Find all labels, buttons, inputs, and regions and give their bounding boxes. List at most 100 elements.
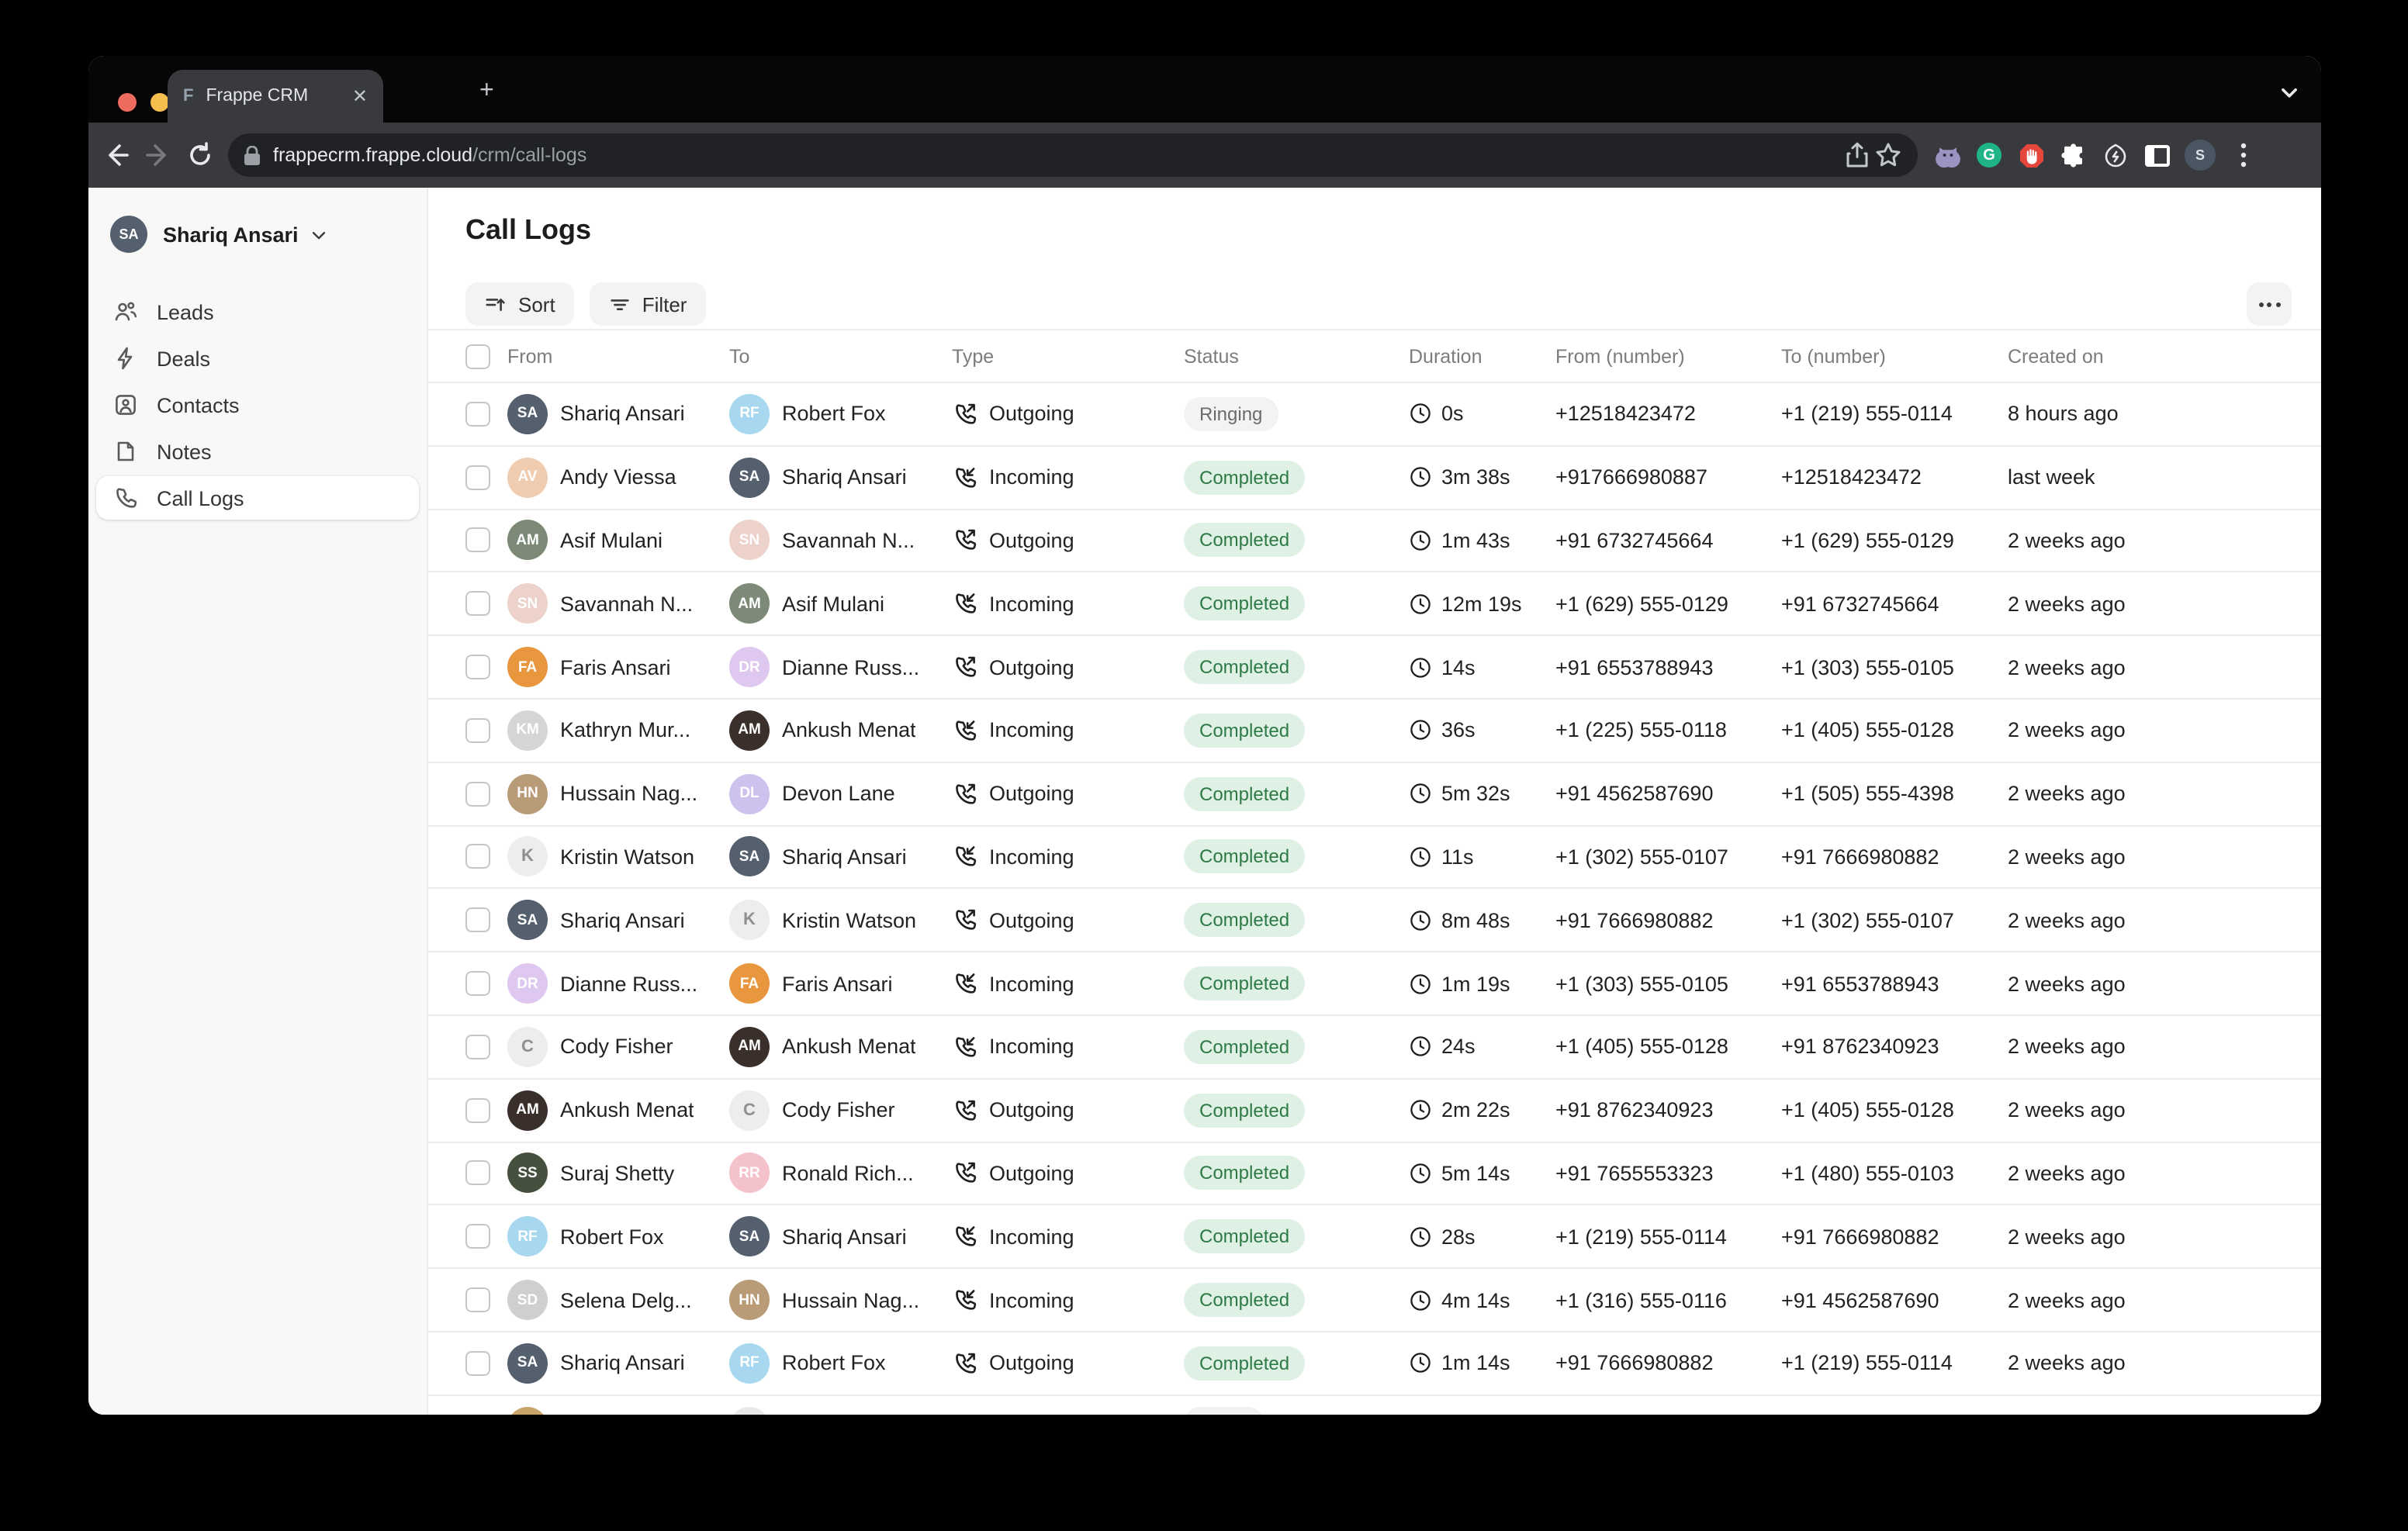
bookmark-star-icon[interactable] (1874, 141, 1902, 169)
tab-close-icon[interactable]: ✕ (352, 85, 368, 107)
close-window-button[interactable] (118, 93, 137, 112)
col-from-number[interactable]: From (number) (1555, 345, 1781, 367)
table-row[interactable]: C Cody Fisher AM Ankush Menat Incoming C… (428, 1016, 2321, 1080)
row-checkbox[interactable] (465, 402, 490, 427)
from-person[interactable]: AM Ankush Menat (507, 1090, 729, 1130)
from-person[interactable]: K Kristin Watson (507, 837, 729, 877)
from-person[interactable]: SA Shariq Ansari (507, 394, 729, 434)
browser-tab[interactable]: F Frappe CRM ✕ (168, 70, 383, 123)
row-checkbox[interactable] (465, 592, 490, 617)
new-tab-button[interactable]: + (479, 79, 494, 104)
row-checkbox[interactable] (465, 1035, 490, 1059)
col-status[interactable]: Status (1184, 345, 1409, 367)
row-checkbox[interactable] (465, 465, 490, 489)
row-checkbox[interactable] (465, 1097, 490, 1122)
to-person[interactable]: FA Faris Ansari (729, 963, 952, 1004)
table-row[interactable]: AM Ankush Menat C Cody Fisher Outgoing C… (428, 1080, 2321, 1143)
to-person[interactable]: SA Shariq Ansari (729, 1217, 952, 1257)
from-person[interactable]: SN Savannah N... (507, 584, 729, 624)
from-person[interactable]: FA Faris Ansari (507, 647, 729, 687)
sidebar-toggle-icon[interactable] (2143, 141, 2171, 169)
to-person[interactable]: AM Asif Mulani (729, 584, 952, 624)
row-checkbox[interactable] (465, 1287, 490, 1312)
sidebar-item-notes[interactable]: Notes (96, 430, 419, 473)
table-row[interactable]: K Kristin Watson SA Shariq Ansari Incomi… (428, 826, 2321, 890)
select-all-checkbox[interactable] (465, 344, 490, 368)
to-person[interactable]: RF Robert Fox (729, 394, 952, 434)
row-checkbox[interactable] (465, 781, 490, 806)
address-bar[interactable]: frappecrm.frappe.cloud/crm/call-logs (228, 133, 1918, 177)
table-row[interactable]: SA Shariq Ansari RF Robert Fox Outgoing … (428, 1332, 2321, 1396)
extensions-puzzle-icon[interactable] (2059, 141, 2087, 169)
sidebar-item-contacts[interactable]: Contacts (96, 383, 419, 427)
table-row[interactable]: AV Andy Viessa SA Shariq Ansari Incoming… (428, 447, 2321, 510)
to-person[interactable]: DL Devon Lane (729, 773, 952, 814)
col-to[interactable]: To (729, 345, 952, 367)
to-person[interactable]: SN Savannah N... (729, 520, 952, 561)
table-row-partial[interactable] (428, 1396, 2321, 1415)
to-person[interactable]: K Kristin Watson (729, 900, 952, 941)
filter-button[interactable]: Filter (590, 282, 706, 326)
row-checkbox[interactable] (465, 845, 490, 869)
github-extension-icon[interactable] (1933, 141, 1961, 169)
sidebar-item-call-logs[interactable]: Call Logs (96, 476, 419, 520)
from-person[interactable]: RF Robert Fox (507, 1217, 729, 1257)
share-icon[interactable] (1843, 141, 1871, 169)
from-person[interactable]: SS Suraj Shetty (507, 1153, 729, 1194)
browser-menu-icon[interactable] (2230, 141, 2258, 169)
sort-button[interactable]: Sort (465, 282, 574, 326)
row-checkbox[interactable] (465, 718, 490, 743)
to-person[interactable]: C Cody Fisher (729, 1090, 952, 1130)
back-icon[interactable] (102, 141, 130, 169)
to-person[interactable]: SA Shariq Ansari (729, 837, 952, 877)
to-person[interactable]: AM Ankush Menat (729, 1027, 952, 1067)
from-person[interactable]: KM Kathryn Mur... (507, 710, 729, 751)
from-person[interactable]: SA Shariq Ansari (507, 900, 729, 941)
table-row[interactable]: HN Hussain Nag... DL Devon Lane Outgoing… (428, 763, 2321, 827)
col-type[interactable]: Type (952, 345, 1184, 367)
col-created-on[interactable]: Created on (2008, 345, 2284, 367)
to-person[interactable]: HN Hussain Nag... (729, 1280, 952, 1320)
more-options-button[interactable] (2247, 282, 2292, 326)
row-checkbox[interactable] (465, 971, 490, 996)
forward-icon[interactable] (144, 141, 172, 169)
adblock-extension-icon[interactable] (2017, 141, 2045, 169)
browser-profile-avatar[interactable]: S (2185, 140, 2216, 171)
table-row[interactable]: SA Shariq Ansari RF Robert Fox Outgoing … (428, 383, 2321, 447)
row-checkbox[interactable] (465, 908, 490, 933)
tab-search-chevron-icon[interactable] (2279, 82, 2299, 102)
grammarly-extension-icon[interactable]: G (1975, 141, 2003, 169)
from-person[interactable]: SD Selena Delg... (507, 1280, 729, 1320)
to-person[interactable]: AM Ankush Menat (729, 710, 952, 751)
sidebar-item-deals[interactable]: Deals (96, 337, 419, 380)
table-row[interactable]: FA Faris Ansari DR Dianne Russ... Outgoi… (428, 636, 2321, 700)
table-row[interactable]: RF Robert Fox SA Shariq Ansari Incoming … (428, 1206, 2321, 1270)
row-checkbox[interactable] (465, 1225, 490, 1249)
col-duration[interactable]: Duration (1409, 345, 1555, 367)
row-checkbox[interactable] (465, 1351, 490, 1376)
row-checkbox[interactable] (465, 655, 490, 679)
from-person[interactable]: C Cody Fisher (507, 1027, 729, 1067)
to-person[interactable]: RR Ronald Rich... (729, 1153, 952, 1194)
row-checkbox[interactable] (465, 1161, 490, 1186)
table-row[interactable]: SN Savannah N... AM Asif Mulani Incoming… (428, 573, 2321, 637)
table-row[interactable]: KM Kathryn Mur... AM Ankush Menat Incomi… (428, 700, 2321, 763)
from-person[interactable]: DR Dianne Russ... (507, 963, 729, 1004)
sidebar-item-leads[interactable]: Leads (96, 290, 419, 334)
to-person[interactable]: RF Robert Fox (729, 1343, 952, 1384)
table-row[interactable]: SS Suraj Shetty RR Ronald Rich... Outgoi… (428, 1142, 2321, 1206)
table-row[interactable]: DR Dianne Russ... FA Faris Ansari Incomi… (428, 952, 2321, 1016)
user-menu[interactable]: SA Shariq Ansari (96, 206, 419, 262)
to-person[interactable]: SA Shariq Ansari (729, 457, 952, 497)
from-person[interactable]: AM Asif Mulani (507, 520, 729, 561)
row-checkbox[interactable] (465, 528, 490, 553)
from-person[interactable]: AV Andy Viessa (507, 457, 729, 497)
table-row[interactable]: SD Selena Delg... HN Hussain Nag... Inco… (428, 1269, 2321, 1332)
col-to-number[interactable]: To (number) (1781, 345, 2008, 367)
reload-icon[interactable] (186, 141, 214, 169)
table-row[interactable]: SA Shariq Ansari K Kristin Watson Outgoi… (428, 890, 2321, 953)
minimize-window-button[interactable] (150, 93, 168, 112)
to-person[interactable]: DR Dianne Russ... (729, 647, 952, 687)
energy-saver-leaf-icon[interactable] (2101, 141, 2129, 169)
row-checkbox[interactable] (465, 1414, 490, 1415)
